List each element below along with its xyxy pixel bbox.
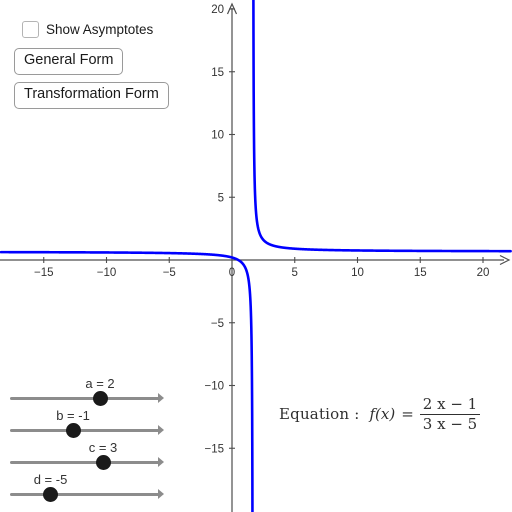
show-asymptotes-label: Show Asymptotes	[46, 21, 154, 37]
slider-a-arrow-icon	[158, 393, 164, 403]
slider-b-track[interactable]	[10, 429, 160, 432]
equation-denominator: 3 x − 5	[422, 415, 478, 434]
slider-a-knob[interactable]	[92, 391, 108, 406]
svg-text:5: 5	[218, 192, 224, 204]
slider-c[interactable]: c = 3	[0, 441, 175, 475]
equation-display: Equation : f(x) = 2 x − 1 3 x − 5	[279, 395, 481, 434]
slider-b-value: b = -1	[56, 408, 90, 423]
svg-text:−5: −5	[163, 267, 176, 279]
slider-a[interactable]: a = 2	[0, 377, 175, 411]
svg-text:−5: −5	[211, 318, 224, 330]
svg-text:10: 10	[211, 130, 224, 142]
svg-text:10: 10	[351, 267, 364, 279]
slider-b-arrow-icon	[158, 425, 164, 435]
equation-numerator: 2 x − 1	[422, 395, 478, 413]
svg-text:15: 15	[414, 267, 427, 279]
slider-a-value: a = 2	[85, 376, 115, 391]
slider-c-track[interactable]	[10, 461, 160, 464]
svg-text:−10: −10	[97, 267, 117, 279]
equation-label: Equation :	[279, 405, 360, 424]
slider-c-arrow-icon	[158, 457, 164, 467]
slider-a-track[interactable]	[10, 397, 160, 400]
general-form-button[interactable]: General Form	[14, 48, 124, 75]
equation-equals-sign: =	[401, 405, 414, 424]
svg-text:20: 20	[211, 4, 224, 16]
equation-function-name: f(x)	[369, 405, 396, 424]
show-asymptotes-checkbox-row[interactable]: Show Asymptotes	[22, 21, 153, 38]
equation-fraction: 2 x − 1 3 x − 5	[419, 395, 481, 434]
slider-d[interactable]: d = -5	[0, 473, 175, 507]
svg-text:−10: −10	[204, 381, 224, 393]
svg-text:15: 15	[211, 67, 224, 79]
transformation-form-button[interactable]: Transformation Form	[14, 82, 169, 109]
slider-c-value: c = 3	[88, 440, 118, 455]
svg-text:0: 0	[229, 267, 235, 279]
checkbox-icon[interactable]	[22, 21, 39, 38]
slider-d-knob[interactable]	[43, 487, 58, 502]
slider-b[interactable]: b = -1	[0, 409, 175, 443]
slider-d-track[interactable]	[10, 493, 160, 496]
slider-b-knob[interactable]	[65, 423, 81, 438]
svg-text:20: 20	[477, 267, 490, 279]
slider-d-value: d = -5	[33, 472, 68, 487]
svg-text:−15: −15	[204, 443, 224, 455]
slider-d-arrow-icon	[158, 489, 164, 499]
svg-text:5: 5	[292, 267, 298, 279]
svg-text:−15: −15	[34, 267, 54, 279]
slider-c-knob[interactable]	[95, 455, 111, 470]
